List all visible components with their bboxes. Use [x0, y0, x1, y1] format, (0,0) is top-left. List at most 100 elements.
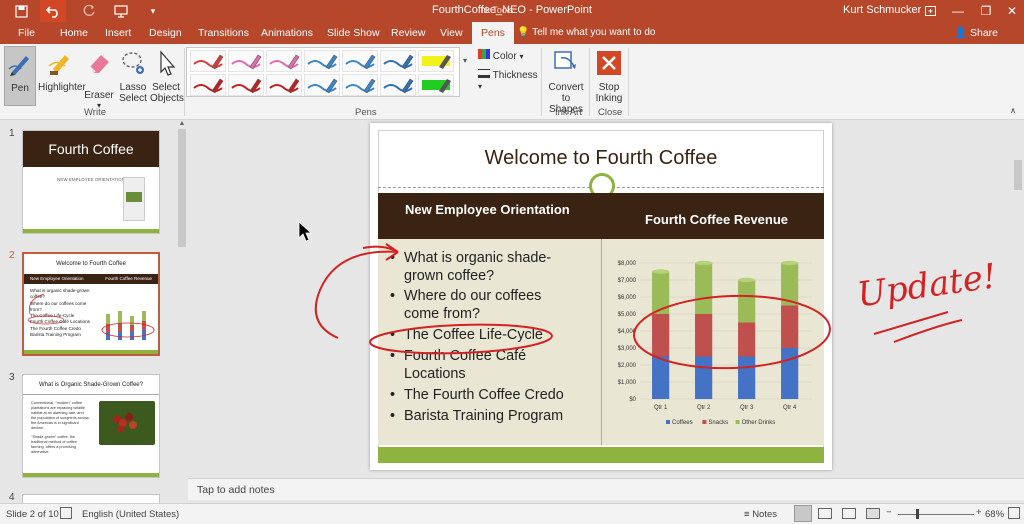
- language[interactable]: English (United States): [82, 509, 179, 520]
- eraser-button[interactable]: Eraser ▾: [84, 49, 114, 110]
- zoom-slider[interactable]: [898, 514, 974, 515]
- thickness-label: Thickness: [492, 70, 538, 81]
- cursor-arrow-icon: [160, 50, 176, 76]
- lightbulb-icon: 💡: [517, 27, 530, 38]
- notes-label: Notes: [752, 509, 778, 520]
- lasso-icon: [122, 52, 144, 74]
- highlighter-label: Highlighter: [38, 82, 86, 93]
- pen-swatch[interactable]: [342, 74, 378, 96]
- notes-icon: ≡: [744, 509, 750, 520]
- slide-thumbnail-pane: 1 Fourth Coffee NEW EMPLOYEE ORIENTATION…: [0, 120, 188, 506]
- mouse-cursor-icon: [298, 221, 312, 242]
- stop-inking-label: Stop Inking: [595, 82, 623, 104]
- pen-swatch[interactable]: [190, 50, 226, 72]
- pen-swatch[interactable]: [304, 74, 340, 96]
- pen-swatch[interactable]: [228, 74, 264, 96]
- thickness-button[interactable]: Thickness ▾: [478, 69, 540, 92]
- fit-slide-icon[interactable]: [1008, 507, 1020, 519]
- notes-pane[interactable]: Tap to add notes: [188, 478, 1024, 500]
- pen-swatch[interactable]: [228, 50, 264, 72]
- thumb-left-header: New Employee Orientation: [30, 276, 84, 281]
- thickness-icon: [478, 69, 490, 78]
- tab-pens[interactable]: Pens: [472, 22, 514, 44]
- reading-view-icon[interactable]: [842, 508, 856, 519]
- ribbon-display-icon[interactable]: [916, 0, 944, 22]
- status-bar: Slide 2 of 10 English (United States) ≡ …: [0, 503, 1024, 524]
- tab-design[interactable]: Design: [149, 22, 182, 44]
- convert-to-shapes-button[interactable]: Convert to Shapes: [545, 49, 587, 115]
- pen-button[interactable]: Pen: [4, 46, 36, 106]
- slide-show-icon[interactable]: [866, 508, 880, 519]
- slide-thumbnail-1[interactable]: Fourth Coffee NEW EMPLOYEE ORIENTATION: [22, 130, 160, 234]
- share-button[interactable]: 👤 Share: [954, 22, 998, 44]
- stop-inking-button[interactable]: Stop Inking: [594, 49, 624, 104]
- title-bar: ▾ FourthCoffee_NEO - PowerPoint Ink Tool…: [0, 0, 1024, 22]
- separator: [541, 48, 542, 116]
- pen-swatch[interactable]: [418, 74, 454, 96]
- ink-annotations[interactable]: Update!: [188, 120, 1012, 478]
- person-icon: 👤: [954, 27, 968, 39]
- notes-button[interactable]: ≡ Notes: [744, 509, 777, 520]
- pen-swatch[interactable]: [190, 74, 226, 96]
- normal-view-icon[interactable]: [794, 505, 812, 522]
- pen-swatch[interactable]: [266, 50, 302, 72]
- pen-swatch[interactable]: [380, 50, 416, 72]
- zoom-slider-thumb[interactable]: [916, 509, 919, 519]
- ribbon-tabs: File Home Insert Design Transitions Anim…: [0, 22, 1024, 44]
- highlighter-icon: [48, 55, 69, 75]
- thumb-title: Fourth Coffee: [23, 131, 159, 167]
- color-label: Color: [492, 51, 517, 62]
- tab-transitions[interactable]: Transitions: [198, 22, 249, 44]
- stop-inking-icon: [597, 51, 621, 75]
- close-group-label: Close: [598, 107, 623, 118]
- select-objects-label: Select Objects: [150, 82, 184, 104]
- pen-swatch[interactable]: [380, 74, 416, 96]
- slide-thumbnail-3[interactable]: What is Organic Shade-Grown Coffee? Conv…: [22, 374, 160, 478]
- pen-swatch[interactable]: [304, 50, 340, 72]
- thumb-number: 4: [9, 492, 15, 503]
- thumb-number: 3: [9, 372, 15, 383]
- pen-swatch[interactable]: [266, 74, 302, 96]
- pen-label: Pen: [11, 83, 29, 94]
- tab-insert[interactable]: Insert: [105, 22, 131, 44]
- select-objects-button[interactable]: Select Objects: [150, 49, 184, 104]
- lasso-select-button[interactable]: Lasso Select: [116, 49, 150, 104]
- tab-animations[interactable]: Animations: [261, 22, 313, 44]
- color-button[interactable]: Color ▾: [478, 49, 538, 62]
- zoom-in-icon[interactable]: +: [976, 507, 982, 518]
- thumbnail-scrollbar[interactable]: ▲: [176, 120, 188, 500]
- zoom-out-icon[interactable]: −: [886, 507, 892, 518]
- tab-file[interactable]: File: [18, 22, 35, 44]
- tell-me-box[interactable]: 💡 Tell me what you want to do: [517, 22, 655, 44]
- thumb-right-header: Fourth Coffee Revenue: [105, 276, 152, 281]
- pen-swatch[interactable]: [418, 50, 454, 72]
- spell-check-icon[interactable]: [60, 507, 72, 519]
- tab-slide-show[interactable]: Slide Show: [327, 22, 380, 44]
- highlighter-button[interactable]: Highlighter: [38, 49, 86, 93]
- canvas-scrollbar[interactable]: [1012, 120, 1024, 478]
- tab-view[interactable]: View: [440, 22, 463, 44]
- pen-gallery: [186, 47, 460, 97]
- slide-thumbnail-2[interactable]: Welcome to Fourth Coffee New Employee Or…: [22, 252, 160, 356]
- thumb-ink: [27, 293, 65, 325]
- ribbon: Pen Highlighter Eraser ▾ Lasso Select Se…: [0, 44, 1024, 120]
- collapse-ribbon-icon[interactable]: ∧: [1008, 106, 1018, 115]
- eraser-icon: [89, 55, 109, 73]
- zoom-level[interactable]: 68%: [985, 509, 1004, 520]
- separator: [628, 48, 629, 116]
- user-name[interactable]: Kurt Schmucker: [843, 4, 921, 16]
- restore-icon[interactable]: ❐: [972, 0, 1000, 22]
- tab-home[interactable]: Home: [60, 22, 88, 44]
- thumb-text: Conventional, "modern" coffee plantation…: [31, 401, 89, 454]
- gallery-more-icon[interactable]: ▾: [460, 56, 470, 65]
- close-window-icon[interactable]: ✕: [998, 0, 1024, 22]
- notes-placeholder: Tap to add notes: [197, 484, 275, 496]
- slide-sorter-icon[interactable]: [818, 508, 832, 519]
- tab-review[interactable]: Review: [391, 22, 425, 44]
- pen-swatch[interactable]: [342, 50, 378, 72]
- context-tab-group: Ink Tools: [478, 5, 514, 15]
- thumb-number: 1: [9, 128, 15, 139]
- share-label: Share: [970, 27, 999, 39]
- thumb-title: What is Organic Shade-Grown Coffee?: [39, 382, 143, 388]
- minimize-icon[interactable]: —: [944, 0, 972, 22]
